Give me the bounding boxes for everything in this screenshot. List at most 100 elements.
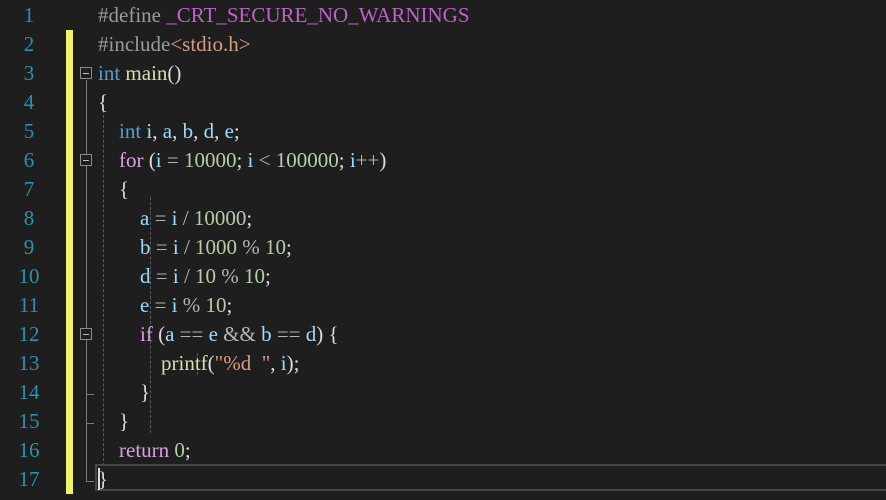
code-token: d xyxy=(140,264,151,288)
code-line: for (i = 10000; i < 100000; i++) xyxy=(98,146,386,175)
code-token: 10 xyxy=(244,264,266,288)
code-token: ( xyxy=(152,322,166,346)
code-token: int xyxy=(98,61,121,85)
code-token: 0 xyxy=(174,438,185,462)
code-token: 100000 xyxy=(275,148,339,172)
code-token: , xyxy=(214,119,225,143)
code-token: = xyxy=(149,293,172,317)
line-number: 8 xyxy=(23,206,35,230)
code-token: 10000 xyxy=(193,206,247,230)
code-token: , xyxy=(270,351,281,375)
code-token: int xyxy=(119,119,142,143)
code-token: ; xyxy=(338,148,350,172)
code-line: e = i % 10; xyxy=(98,291,232,320)
line-number: 7 xyxy=(23,177,35,201)
code-token: e xyxy=(140,293,150,317)
code-line: b = i / 1000 % 10; xyxy=(98,233,292,262)
code-token: 10 xyxy=(265,235,287,259)
code-line: #define _CRT_SECURE_NO_WARNINGS xyxy=(98,1,470,30)
code-token: #include xyxy=(98,32,171,56)
code-line: int i, a, b, d, e; xyxy=(98,117,240,146)
code-line: if (a == e && b == d) { xyxy=(98,320,339,349)
outline-end-main xyxy=(86,481,94,482)
code-token: } xyxy=(119,409,130,433)
code-token: % xyxy=(216,264,245,288)
change-tracking-bar xyxy=(66,30,73,494)
code-token: && xyxy=(217,322,262,346)
line-number: 17 xyxy=(18,467,40,491)
code-token: _CRT_SECURE_NO_WARNINGS xyxy=(166,3,470,27)
code-token: = xyxy=(150,264,173,288)
line-number: 11 xyxy=(18,293,40,317)
code-line: return 0; xyxy=(98,436,191,465)
code-token: , xyxy=(152,119,163,143)
code-token: , xyxy=(172,119,183,143)
line-number: 3 xyxy=(23,61,35,85)
code-token: ) { xyxy=(316,322,339,346)
code-token: < xyxy=(253,148,276,172)
code-token: { xyxy=(98,90,109,114)
code-token: <stdio.h> xyxy=(170,32,251,56)
collapse-main-icon[interactable] xyxy=(80,67,92,79)
code-token: printf xyxy=(161,351,208,375)
code-line: } xyxy=(98,378,150,407)
line-number: 6 xyxy=(23,148,35,172)
code-token: ( xyxy=(207,351,215,375)
code-token: == xyxy=(174,322,209,346)
line-number-gutter: 1 2 3 4 5 6 7 8 9 10 11 12 13 14 15 16 17 xyxy=(0,0,62,500)
code-token: b xyxy=(140,235,151,259)
code-token: a xyxy=(162,119,173,143)
line-number: 12 xyxy=(18,322,40,346)
code-token: = xyxy=(150,235,173,259)
code-token: ; xyxy=(286,235,292,259)
line-number: 10 xyxy=(18,264,40,288)
code-token: % xyxy=(177,293,206,317)
text-cursor xyxy=(98,468,100,490)
code-token: ( xyxy=(143,148,156,172)
line-number: 15 xyxy=(18,409,40,433)
code-token: b xyxy=(261,322,272,346)
code-token: ; xyxy=(184,438,191,462)
current-line-highlight xyxy=(95,464,886,491)
code-token: ) xyxy=(379,148,387,172)
collapse-if-icon[interactable] xyxy=(80,328,92,340)
code-line: } xyxy=(98,407,129,436)
line-number: 1 xyxy=(23,3,35,27)
code-line: #include<stdio.h> xyxy=(98,30,251,59)
collapse-for-icon[interactable] xyxy=(80,154,92,166)
code-token: / xyxy=(177,206,194,230)
code-token: return xyxy=(119,438,170,462)
code-line: int main() xyxy=(98,59,181,88)
code-token: } xyxy=(140,380,151,404)
code-token: 10000 xyxy=(183,148,237,172)
code-token: ; xyxy=(246,206,253,230)
line-number: 5 xyxy=(23,119,35,143)
outline-end-for xyxy=(86,423,94,424)
code-token: { xyxy=(119,177,130,201)
code-token: main xyxy=(125,61,168,85)
code-token: = xyxy=(161,148,184,172)
code-token: ); xyxy=(286,351,300,375)
code-token: ; xyxy=(236,148,248,172)
code-token: "%d " xyxy=(214,351,271,375)
code-token: , xyxy=(193,119,204,143)
code-line: a = i / 10000; xyxy=(98,204,252,233)
code-token: ++ xyxy=(355,148,380,172)
code-editor[interactable]: 1 2 3 4 5 6 7 8 9 10 11 12 13 14 15 16 17 #define _CRT_S… xyxy=(0,0,886,500)
code-token: 1000 xyxy=(195,235,238,259)
code-token: ; xyxy=(233,119,240,143)
code-token: 10 xyxy=(195,264,217,288)
code-token: a xyxy=(165,322,175,346)
code-token: / xyxy=(178,235,196,259)
code-token: b xyxy=(182,119,194,143)
line-number: 2 xyxy=(23,32,35,56)
code-token: e xyxy=(208,322,218,346)
